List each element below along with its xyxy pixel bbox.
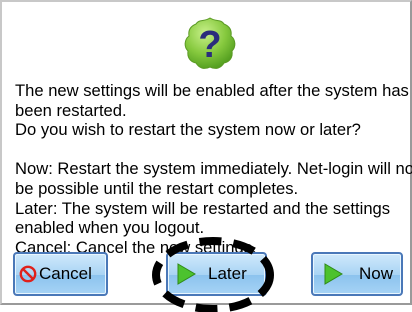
message-line: Later: The system will be restarted and …: [15, 198, 391, 218]
svg-text:?: ?: [198, 24, 221, 66]
message-line: The new settings will be enabled after t…: [15, 81, 409, 100]
message-line: enabled when you logout.: [15, 218, 205, 238]
now-button-label: Now: [359, 264, 394, 283]
restart-dialog: ? The new settings will be enabled after…: [0, 0, 412, 312]
now-button[interactable]: Now: [311, 252, 403, 296]
dialog-message: The new settings will be enabled after t…: [15, 81, 412, 257]
message-line: been restarted.: [15, 100, 127, 120]
later-button[interactable]: Later: [166, 252, 267, 296]
cancel-button-label: Cancel: [39, 264, 92, 283]
later-button-label: Later: [208, 264, 247, 283]
question-mark-icon: ?: [184, 17, 236, 69]
message-line: be possible until the restart completes.: [15, 178, 299, 198]
play-arrow-icon: [176, 263, 196, 285]
play-arrow-icon: [323, 263, 343, 285]
cancel-button[interactable]: Cancel: [13, 252, 108, 296]
message-line: Do you wish to restart the system now or…: [15, 120, 361, 140]
message-line: Now: Restart the system immediately. Net…: [15, 159, 412, 179]
no-entry-icon: [19, 265, 37, 283]
